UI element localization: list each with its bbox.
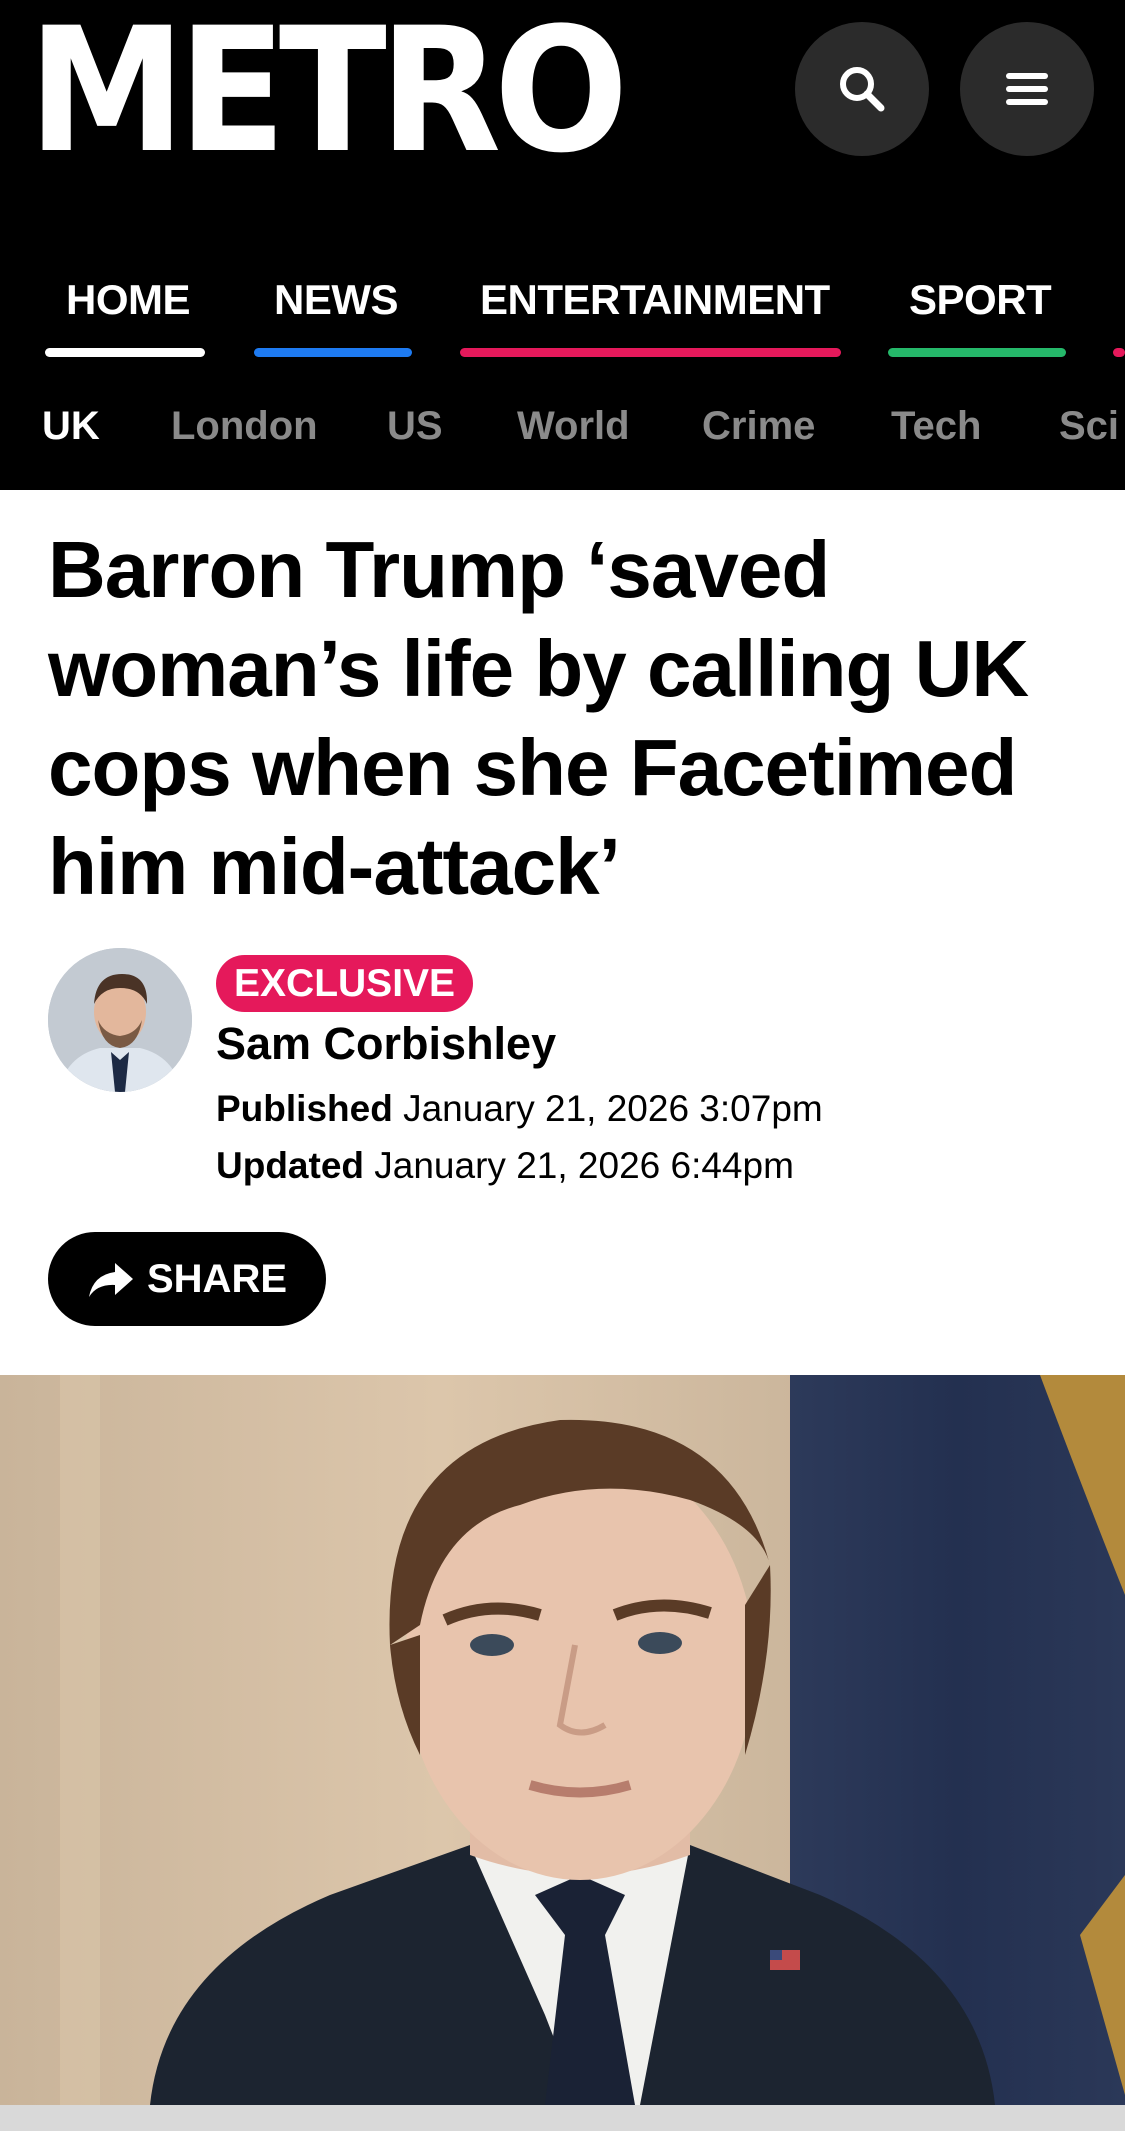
hero-image[interactable] — [0, 1375, 1125, 2105]
subnav-world[interactable]: World — [517, 404, 630, 449]
site-header: METRO HOME NEWS ENTERTAINMENT SPORT UK L… — [0, 0, 1125, 490]
headline-line: Barron Trump ‘saved — [48, 525, 830, 614]
search-icon — [840, 67, 885, 112]
headline-line: him mid-attack’ — [48, 822, 621, 911]
nav-entertainment-underline — [460, 348, 841, 357]
published-date: Published January 21, 2026 3:07pm — [216, 1088, 823, 1130]
hamburger-menu-icon — [1006, 73, 1048, 105]
published-label: Published — [216, 1088, 393, 1129]
exclusive-badge: EXCLUSIVE — [216, 955, 474, 1012]
subnav-london[interactable]: London — [171, 404, 318, 449]
article-headline: Barron Trump ‘saved woman’s life by call… — [48, 520, 1078, 916]
nav-sport[interactable]: SPORT — [909, 276, 1052, 324]
published-value: January 21, 2026 3:07pm — [403, 1088, 823, 1129]
nav-news[interactable]: NEWS — [274, 276, 399, 324]
nav-home-underline — [45, 348, 205, 357]
headline-line: woman’s life by calling UK — [48, 624, 1029, 713]
hero-photo — [0, 1375, 1125, 2105]
subnav-us[interactable]: US — [387, 404, 443, 449]
share-label: SHARE — [146, 1256, 288, 1301]
nav-next-underline — [1113, 348, 1125, 357]
headline-line: cops when she Facetimed — [48, 723, 1017, 812]
author-avatar[interactable] — [48, 948, 192, 1092]
menu-button[interactable] — [960, 22, 1094, 156]
updated-label: Updated — [216, 1145, 364, 1186]
author-name[interactable]: Sam Corbishley — [216, 1018, 556, 1070]
nav-home[interactable]: HOME — [66, 276, 191, 324]
author-portrait — [48, 948, 192, 1092]
share-arrow-icon — [88, 1263, 133, 1297]
subnav-crime[interactable]: Crime — [702, 404, 815, 449]
updated-date: Updated January 21, 2026 6:44pm — [216, 1145, 794, 1187]
search-button[interactable] — [795, 22, 929, 156]
metro-logo[interactable]: METRO — [28, 5, 628, 177]
subnav-uk[interactable]: UK — [42, 404, 100, 449]
nav-sport-underline — [888, 348, 1066, 357]
share-button[interactable]: SHARE — [48, 1232, 326, 1326]
updated-value: January 21, 2026 6:44pm — [374, 1145, 794, 1186]
nav-news-underline — [254, 348, 412, 357]
subnav-science[interactable]: Sci — [1059, 404, 1119, 449]
bottom-strip — [0, 2105, 1125, 2131]
subnav-tech[interactable]: Tech — [891, 404, 981, 449]
nav-entertainment[interactable]: ENTERTAINMENT — [480, 276, 830, 324]
